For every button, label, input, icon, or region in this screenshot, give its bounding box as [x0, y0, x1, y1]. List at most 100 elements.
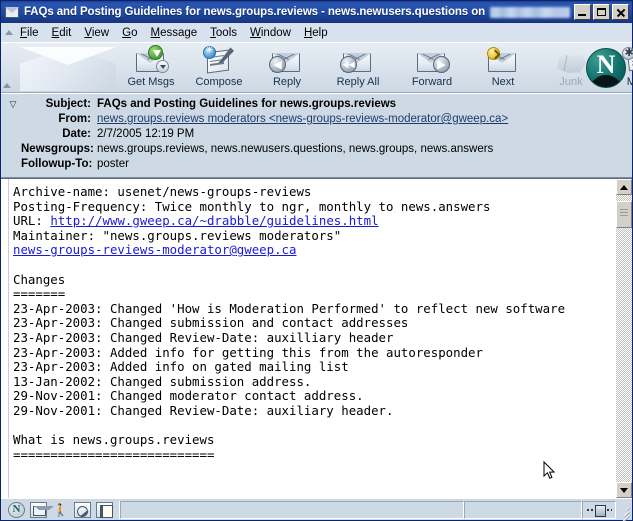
header-value-date: 2/7/2005 12:19 PM — [97, 127, 628, 141]
header-label-newsgroups: Newsgroups: — [21, 142, 97, 156]
compose-icon — [200, 45, 238, 75]
header-value-followup-to: poster — [97, 157, 628, 171]
window-mail-envelope-icon — [4, 5, 20, 19]
menu-help[interactable]: Help — [298, 25, 335, 41]
mail-icon[interactable] — [30, 502, 47, 518]
reply-all-label: Reply All — [337, 76, 380, 88]
reply-button[interactable]: ◀ Reply — [253, 43, 321, 92]
window-controls — [574, 4, 630, 20]
mail-news-window: FAQs and Posting Guidelines for news.gro… — [0, 0, 633, 521]
scroll-up-icon[interactable] — [616, 179, 632, 195]
header-label-followup-to: Followup-To: — [21, 157, 97, 171]
body-line-16: 29-Nov-2001: Changed Review-Date: auxili… — [13, 403, 393, 418]
window-title: FAQs and Posting Guidelines for news.gro… — [24, 6, 485, 18]
get-msgs-dropdown-chevron-icon[interactable] — [156, 60, 169, 73]
from-address-link[interactable]: news.groups.reviews moderators <news-gro… — [97, 113, 508, 125]
body-line-7: Changes — [13, 272, 65, 287]
body-line-18: What is news.groups.reviews — [13, 432, 214, 447]
reply-icon: ◀ — [268, 45, 306, 75]
forward-button[interactable]: ▶ Forward — [395, 43, 469, 92]
compose-button[interactable]: Compose — [185, 43, 253, 92]
get-msgs-label: Get Msgs — [127, 76, 174, 88]
next-label: Next — [492, 76, 515, 88]
header-value-subject: FAQs and Posting Guidelines for news.gro… — [97, 97, 628, 111]
junk-icon — [552, 45, 590, 75]
menu-view[interactable]: View — [78, 25, 116, 41]
guidelines-url-link[interactable]: http://www.gweep.ca/~drabble/guidelines.… — [50, 213, 378, 228]
composer-icon[interactable] — [74, 502, 91, 518]
forward-icon: ▶ — [413, 45, 451, 75]
menu-bar: File Edit View Go Message Tools Window H… — [1, 23, 632, 43]
header-label-subject: Subject: — [21, 97, 97, 111]
message-body-text[interactable]: Archive-name: usenet/news-groups-reviews… — [9, 179, 615, 498]
scrollbar-thumb[interactable] — [616, 201, 632, 228]
menubar-grip-handle[interactable] — [3, 23, 14, 42]
menu-file[interactable]: File — [14, 25, 46, 41]
body-line-13: 23-Apr-2003: Added info on gated mailing… — [13, 359, 349, 374]
header-row-followup-to: Followup-To: poster — [5, 157, 628, 171]
header-row-date: Date: 2/7/2005 12:19 PM — [5, 127, 628, 141]
online-status-icon[interactable] — [582, 501, 616, 519]
next-button[interactable]: Next — [469, 43, 537, 92]
message-body-pane: Archive-name: usenet/news-groups-reviews… — [1, 178, 632, 498]
window-title-redacted-host — [490, 7, 570, 18]
main-toolbar: Get Msgs Compose ◀ Reply — [1, 43, 632, 93]
header-label-from: From: — [21, 112, 97, 126]
title-bar[interactable]: FAQs and Posting Guidelines for news.gro… — [1, 1, 632, 23]
body-line-1: Archive-name: usenet/news-groups-reviews — [13, 184, 311, 199]
component-bar — [2, 501, 119, 519]
body-line-11: 23-Apr-2003: Changed Review-Date: auxill… — [13, 330, 393, 345]
header-label-date: Date: — [21, 127, 97, 141]
reply-all-button[interactable]: ◀◀ Reply All — [321, 43, 395, 92]
body-left-margin — [1, 179, 9, 498]
header-value-from[interactable]: news.groups.reviews moderators <news-gro… — [97, 112, 628, 126]
body-line-15: 29-Nov-2001: Changed moderator contact a… — [13, 388, 364, 403]
header-collapse-twisty-icon[interactable]: ▽ — [5, 97, 21, 111]
body-line-8: ======= — [13, 286, 65, 301]
body-line-12: 23-Apr-2003: Added info for getting this… — [13, 345, 483, 360]
navigator-icon[interactable] — [8, 502, 25, 518]
scrollbar-track[interactable] — [616, 195, 632, 482]
close-button[interactable] — [612, 4, 629, 20]
header-row-from: From: news.groups.reviews moderators <ne… — [5, 112, 628, 126]
netscape-logo-icon[interactable]: N — [586, 48, 626, 88]
message-header-pane: ▽ Subject: FAQs and Posting Guidelines f… — [1, 93, 632, 178]
scroll-down-icon[interactable] — [616, 482, 632, 498]
toolbar-decorative-envelope-icon — [12, 43, 117, 92]
body-line-9: 23-Apr-2003: Changed 'How is Moderation … — [13, 301, 565, 316]
body-line-14: 13-Jan-2002: Changed submission address. — [13, 374, 311, 389]
maximize-button[interactable] — [593, 4, 610, 20]
reply-all-icon: ◀◀ — [339, 45, 377, 75]
status-message-field — [120, 501, 464, 519]
menu-tools[interactable]: Tools — [204, 25, 244, 41]
body-line-4: Maintainer: "news.groups.reviews moderat… — [13, 228, 341, 243]
toolbar-buttons: Get Msgs Compose ◀ Reply — [117, 43, 633, 92]
junk-label: Junk — [559, 76, 582, 88]
body-line-3-prefix: URL: — [13, 213, 50, 228]
minimize-button[interactable] — [574, 4, 591, 20]
header-row-newsgroups: Newsgroups: news.groups.reviews, news.ne… — [5, 142, 628, 156]
forward-label: Forward — [412, 76, 452, 88]
resize-grip-icon[interactable] — [616, 501, 631, 519]
header-row-subject: ▽ Subject: FAQs and Posting Guidelines f… — [5, 97, 628, 111]
menu-window[interactable]: Window — [244, 25, 298, 41]
next-message-icon — [484, 45, 522, 75]
menu-edit[interactable]: Edit — [46, 25, 79, 41]
reply-label: Reply — [273, 76, 301, 88]
instant-messenger-icon[interactable] — [52, 502, 69, 518]
status-progress-field — [464, 501, 582, 519]
status-bar — [1, 498, 632, 520]
get-msgs-button[interactable]: Get Msgs — [117, 43, 185, 92]
menu-go[interactable]: Go — [116, 25, 144, 41]
body-line-2: Posting-Frequency: Twice monthly to ngr,… — [13, 199, 490, 214]
get-messages-icon — [132, 45, 170, 75]
mark-label: Mark — [627, 76, 633, 88]
header-value-newsgroups: news.groups.reviews, news.newusers.quest… — [97, 142, 628, 156]
moderator-email-link[interactable]: news-groups-reviews-moderator@gweep.ca — [13, 242, 296, 257]
message-vertical-scrollbar[interactable] — [615, 179, 632, 498]
body-line-19: =========================== — [13, 447, 214, 462]
body-line-10: 23-Apr-2003: Changed submission and cont… — [13, 315, 408, 330]
toolbar-grip-handle[interactable] — [1, 43, 12, 92]
address-book-icon[interactable] — [96, 502, 113, 518]
menu-message[interactable]: Message — [144, 25, 204, 41]
